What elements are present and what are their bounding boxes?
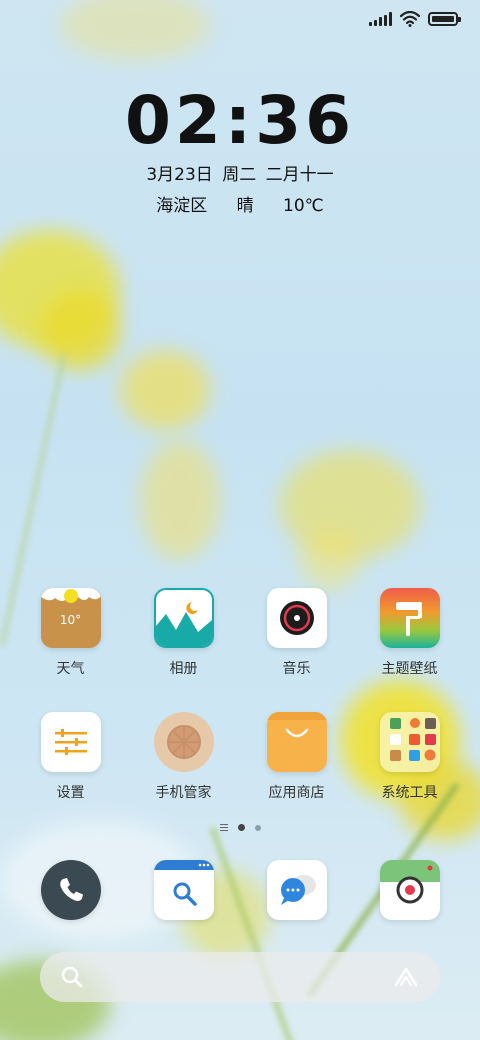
dock-phone[interactable] [14, 860, 127, 920]
weekday: 周二 [222, 165, 257, 185]
app-label: 系统工具 [381, 785, 438, 801]
settings-icon [40, 712, 101, 772]
location: 海淀区 [156, 196, 208, 216]
app-label: 手机管家 [155, 785, 212, 801]
app-label: 主题壁纸 [381, 661, 438, 677]
signal-icon [369, 12, 392, 26]
weather-line[interactable]: 海淀区 晴 10℃ [0, 191, 480, 216]
camera-icon [379, 860, 440, 920]
app-label: 音乐 [282, 661, 311, 677]
app-label: 应用商店 [268, 785, 325, 801]
app-grid-row-1: 10° 天气 相册 音乐 主题壁纸 [14, 588, 466, 678]
app-folder-system-tools[interactable]: 系统工具 [353, 712, 466, 802]
app-store[interactable]: 应用商店 [240, 712, 353, 802]
weather-icon: 10° [40, 588, 101, 648]
app-settings[interactable]: 设置 [14, 712, 127, 802]
security-icon [153, 712, 214, 772]
date: 3月23日 [146, 165, 213, 185]
app-grid-row-2: 设置 手机管家 应用商店 系统工具 [14, 712, 466, 802]
app-list-icon[interactable] [219, 824, 228, 831]
page-dot-1[interactable] [237, 824, 245, 831]
app-store-icon [266, 712, 327, 772]
browser-icon [153, 860, 214, 920]
clock-time[interactable]: 02:36 [0, 82, 480, 159]
page-indicator[interactable] [0, 824, 480, 831]
battery-icon [428, 12, 461, 26]
status-bar [369, 8, 461, 30]
assistant-icon[interactable] [392, 965, 420, 989]
themes-icon [379, 588, 440, 648]
app-weather[interactable]: 10° 天气 [14, 588, 127, 678]
app-security[interactable]: 手机管家 [127, 712, 240, 802]
messages-icon [266, 860, 327, 920]
weather-badge: 10° [59, 613, 82, 627]
wifi-icon [400, 11, 420, 27]
app-gallery[interactable]: 相册 [127, 588, 240, 678]
search-icon[interactable] [60, 965, 84, 989]
folder-icon [379, 712, 440, 772]
dock-camera[interactable] [353, 860, 466, 920]
search-bar[interactable] [40, 952, 440, 1002]
app-label: 相册 [169, 661, 198, 677]
date-line: 3月23日 周二 二月十一 [0, 160, 480, 185]
app-music[interactable]: 音乐 [240, 588, 353, 678]
temperature: 10℃ [283, 196, 324, 216]
music-icon [266, 588, 327, 648]
lunar-date: 二月十一 [265, 165, 334, 185]
weather-condition: 晴 [236, 196, 254, 216]
gallery-icon [153, 588, 214, 648]
dock-messages[interactable] [240, 860, 353, 920]
phone-icon [40, 860, 101, 920]
app-label: 设置 [56, 785, 85, 801]
app-label: 天气 [56, 661, 85, 677]
page-dot-2[interactable] [254, 824, 261, 831]
dock-browser[interactable] [127, 860, 240, 920]
dock [14, 860, 466, 920]
app-themes[interactable]: 主题壁纸 [353, 588, 466, 678]
